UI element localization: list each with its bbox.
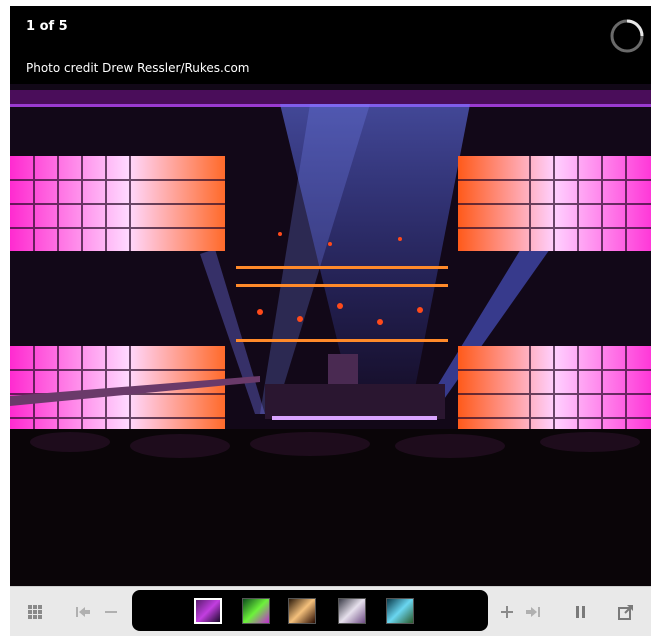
minus-icon[interactable] — [100, 601, 122, 623]
loading-spinner-icon — [610, 19, 644, 53]
grid-icon[interactable] — [24, 601, 46, 623]
photo-credit: Photo credit Drew Ressler/Rukes.com — [26, 61, 250, 75]
plus-icon[interactable] — [496, 601, 518, 623]
thumbnail-4[interactable] — [338, 598, 366, 624]
thumbnail-2[interactable] — [242, 598, 270, 624]
slide-counter: 1 of 5 — [26, 19, 68, 34]
last-icon[interactable] — [522, 601, 544, 623]
pause-icon[interactable] — [570, 601, 592, 623]
thumbnail-5[interactable] — [386, 598, 414, 624]
thumbnail-1[interactable] — [194, 598, 222, 624]
external-window-icon[interactable] — [615, 601, 637, 623]
thumbnail-tray — [132, 590, 488, 631]
slideshow-viewer: 1 of 5 Photo credit Drew Ressler/Rukes.c… — [10, 6, 651, 586]
first-icon[interactable] — [72, 601, 94, 623]
concert-photo — [10, 84, 651, 586]
slideshow-toolbar — [10, 586, 651, 636]
thumbnail-3[interactable] — [288, 598, 316, 624]
